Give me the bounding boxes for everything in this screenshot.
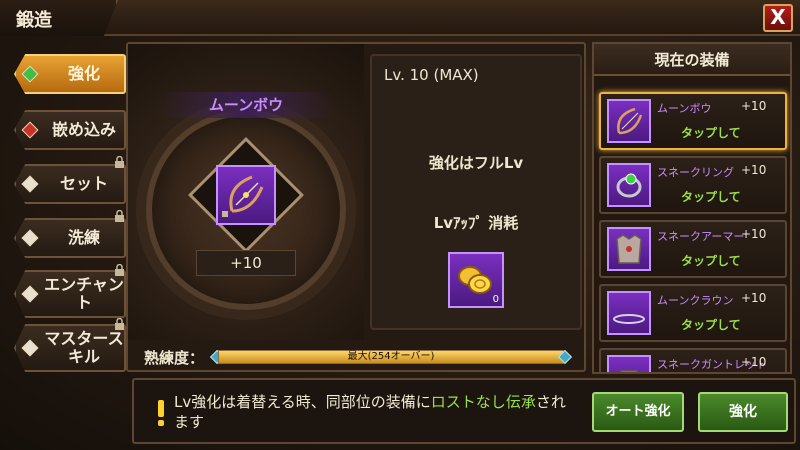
proficiency-track: 最大(254オーバー): [218, 350, 564, 364]
enhance-button[interactable]: 強化: [698, 392, 788, 432]
gold-coins-icon: 0: [448, 252, 504, 308]
nav-label: セット: [59, 174, 108, 193]
equipment-plus: +10: [741, 163, 767, 177]
nav-item-refine[interactable]: 洗練: [14, 218, 126, 258]
white-gem-icon: [21, 175, 39, 193]
equipment-name: ムーンクラウン: [657, 294, 734, 307]
equipment-header: 現在の装備: [594, 44, 790, 76]
notice-text: Lv強化は着替える時、同部位の装備にロストなし伝承されます: [174, 392, 574, 432]
equipment-plus: +10: [741, 355, 767, 369]
nav-label: エンチャント: [44, 275, 124, 312]
ring-icon: [607, 163, 651, 207]
equipment-tap: タップして: [681, 190, 741, 204]
nav-label: 洗練: [67, 228, 100, 247]
lock-icon: [115, 318, 124, 330]
equipment-plus: +10: [741, 99, 767, 113]
close-button[interactable]: X: [763, 4, 793, 32]
notice-bar: Lv強化は着替える時、同部位の装備にロストなし伝承されます オート強化 強化: [132, 378, 796, 444]
title-bar: 鍛造 X: [0, 0, 800, 36]
nav-label: 嵌め込み: [51, 120, 116, 139]
nav-item-set[interactable]: セット: [14, 164, 126, 204]
white-gem-icon: [21, 285, 39, 303]
exclamation-icon: [158, 400, 164, 426]
equipment-item[interactable]: ムーンボウ +10 タップして: [599, 92, 787, 150]
equipment-tap: タップして: [681, 126, 741, 140]
item-display: ムーンボウ +10: [128, 44, 364, 340]
nav-item-enchant[interactable]: エンチャント: [14, 270, 126, 318]
nav-item-enhance[interactable]: 強化: [14, 54, 126, 94]
green-gem-icon: [21, 65, 39, 83]
enhance-panel: ムーンボウ +10 Lv. 10 (MAX) 強化はフルLv Lvｱｯﾌﾟ 消耗: [126, 42, 586, 372]
lock-icon: [115, 210, 124, 222]
proficiency-label: 熟練度：: [144, 349, 205, 367]
gauntlet-icon: [607, 355, 651, 372]
equipment-tap: タップして: [681, 318, 741, 332]
equipment-item[interactable]: ムーンクラウン +10 タップして: [599, 284, 787, 342]
equipment-item[interactable]: スネークリング +10 タップして: [599, 156, 787, 214]
crown-icon: [607, 291, 651, 335]
equipment-name: スネークアーマー: [657, 230, 745, 243]
lock-icon: [115, 264, 124, 276]
equipment-name: ムーンボウ: [657, 102, 712, 115]
level-text: Lv. 10 (MAX): [384, 66, 479, 84]
notice-highlight: ロストなし: [430, 393, 506, 411]
equipment-plus: +10: [741, 291, 767, 305]
white-gem-icon: [21, 339, 39, 357]
equipment-name: スネークリング: [657, 166, 734, 179]
armor-icon: [607, 227, 651, 271]
proficiency-bar: 熟練度： 最大(254オーバー): [130, 344, 584, 370]
red-gem-icon: [21, 121, 39, 139]
equipment-item[interactable]: スネークアーマー +10 タップして: [599, 220, 787, 278]
auto-enhance-button[interactable]: オート強化: [592, 392, 684, 432]
notice-highlight: 伝承: [505, 393, 536, 411]
equipment-item[interactable]: スネークガントレット +10: [599, 348, 787, 372]
lock-icon: [115, 156, 124, 168]
forge-screen: 鍛造 X 強化 嵌め込み セット 洗練 エンチャント マスタースキル ムーンボウ…: [0, 0, 800, 450]
item-plus-level: +10: [196, 250, 296, 276]
nav-label: 強化: [67, 64, 100, 83]
current-equipment-panel: 現在の装備 ムーンボウ +10 タップして スネークリング +10 タップして …: [592, 42, 792, 374]
item-name: ムーンボウ: [158, 92, 334, 118]
enhance-info: Lv. 10 (MAX) 強化はフルLv Lvｱｯﾌﾟ 消耗 0: [370, 54, 582, 330]
equipment-tap: タップして: [681, 254, 741, 268]
cost-label: Lvｱｯﾌﾟ 消耗: [433, 214, 519, 232]
cost-count: 0: [492, 294, 499, 305]
nav-item-master-skill[interactable]: マスタースキル: [14, 324, 126, 372]
notice-part: Lv強化は着替える時、同部位の装備に: [174, 393, 431, 411]
nav-label: マスタースキル: [44, 329, 124, 366]
white-gem-icon: [21, 229, 39, 247]
full-level-message: 強化はフルLv: [428, 154, 524, 172]
window-title: 鍛造: [16, 10, 52, 31]
bow-icon[interactable]: [216, 165, 276, 225]
proficiency-value: 最大(254オーバー): [347, 351, 435, 362]
equipment-plus: +10: [741, 227, 767, 241]
bow-icon: [607, 99, 651, 143]
nav-item-socket[interactable]: 嵌め込み: [14, 110, 126, 150]
